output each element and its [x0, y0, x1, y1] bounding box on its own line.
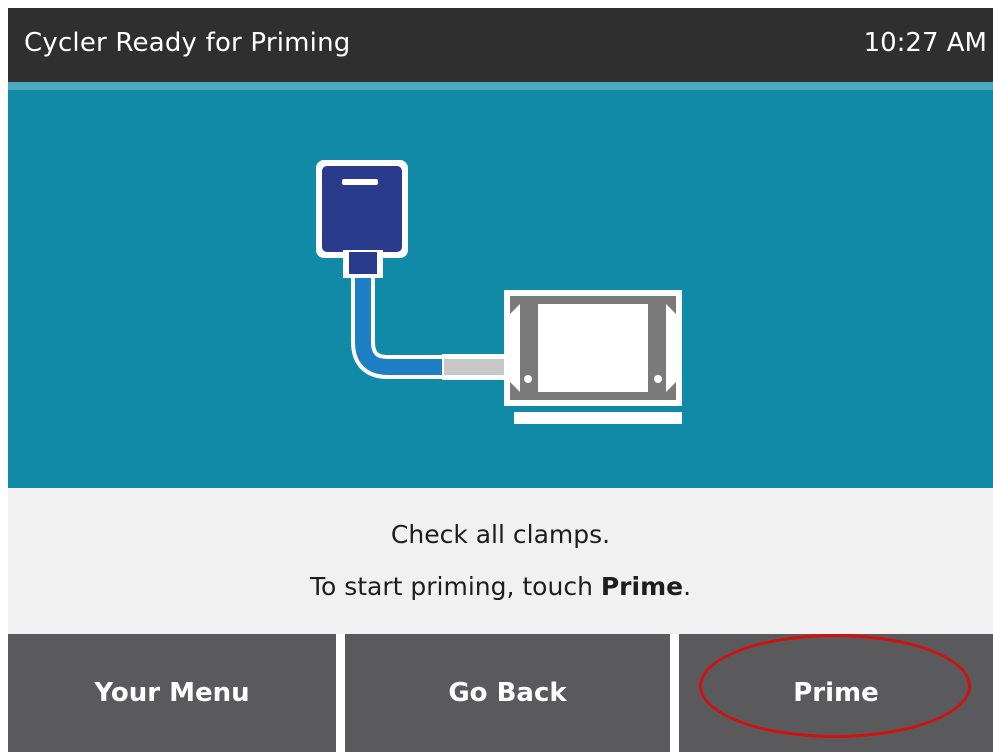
- connector: [444, 359, 506, 375]
- instruction-line-2: To start priming, touch Prime.: [8, 572, 993, 601]
- illustration-panel: [8, 82, 993, 488]
- cycler-dot-right: [654, 375, 662, 383]
- screen-title: Cycler Ready for Priming: [24, 28, 351, 58]
- instruction-prime-keyword: Prime: [600, 572, 684, 601]
- bag-label: [342, 179, 378, 185]
- your-menu-button[interactable]: Your Menu: [8, 634, 336, 752]
- cassette-connected-to-cycler-icon: [316, 160, 682, 424]
- cycler-dot-left: [524, 375, 532, 383]
- instruction-line-1: Check all clamps.: [390, 520, 611, 549]
- cycler-screen: Cycler Ready for Priming 10:27 AM Check …: [8, 8, 993, 752]
- bag-neck: [349, 252, 377, 274]
- clock-time: 10:27 AM: [863, 28, 987, 58]
- cycler-base: [514, 412, 682, 424]
- cycler-left-notch: [510, 304, 520, 392]
- header-bar: Cycler Ready for Priming 10:27 AM: [8, 8, 993, 82]
- button-bar: Your Menu Go Back Prime: [8, 634, 993, 752]
- go-back-button[interactable]: Go Back: [345, 634, 670, 752]
- instruction-panel: Check all clamps. To start priming, touc…: [8, 488, 993, 634]
- cassette-window: [538, 304, 648, 392]
- cycler-right-notch: [666, 304, 676, 392]
- prime-button[interactable]: Prime: [679, 634, 993, 752]
- instruction-line-2-prefix: To start priming, touch: [309, 572, 601, 601]
- bag: [322, 166, 402, 252]
- instruction-line-2-suffix: .: [683, 572, 692, 601]
- tubing-outline: [351, 272, 448, 379]
